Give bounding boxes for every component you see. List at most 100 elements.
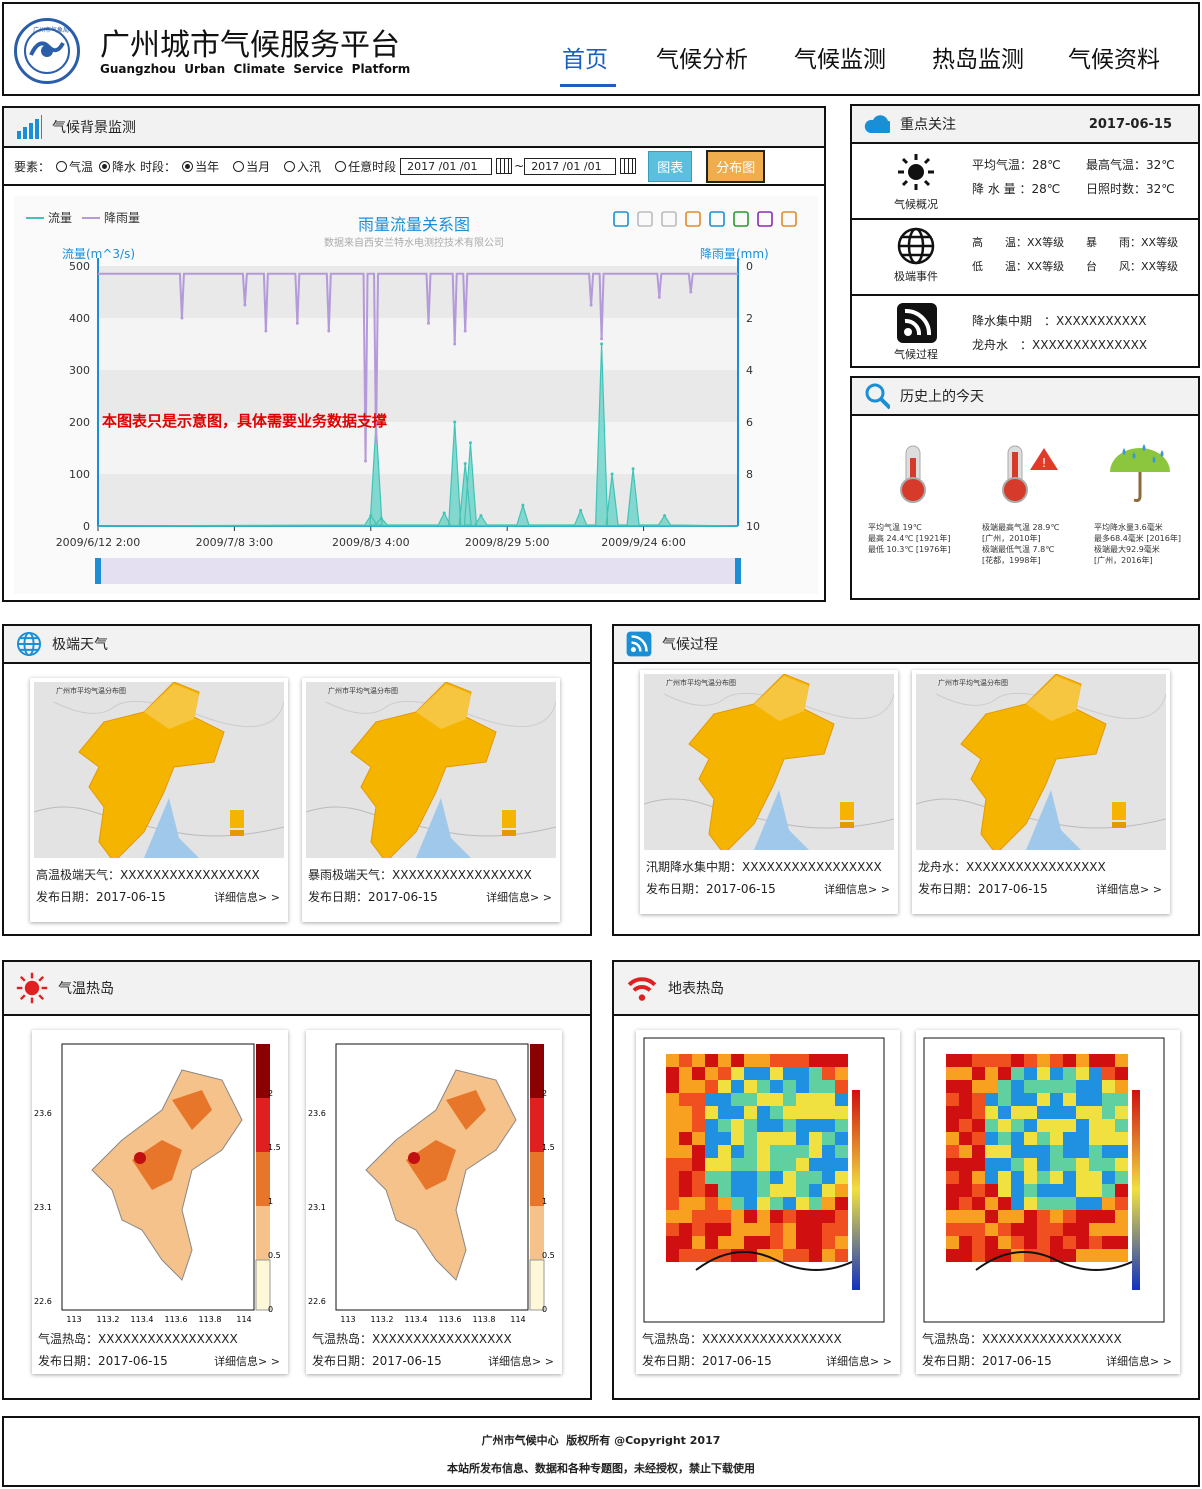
extreme-card[interactable]: 广州市平均气温分布图 高温极端天气：XXXXXXXXXXXXXXXXX 发布日期：2… bbox=[30, 678, 288, 922]
toolbox-icon bbox=[709, 211, 725, 227]
radio-precipitation[interactable] bbox=[99, 160, 111, 172]
rain-point bbox=[327, 329, 331, 333]
map-title: 广州市平均气温分布图 bbox=[938, 679, 1008, 687]
history-panel: 历史上的今天 ! 平均气温 19℃ 最高 24.4℃ [1921年] 最低 10… bbox=[850, 376, 1200, 600]
surface-heat-card[interactable]: 气温热岛：XXXXXXXXXXXXXXXXX 发布日期：2017-06-15 详细信… bbox=[636, 1030, 900, 1374]
y-tick: 23.1 bbox=[308, 1203, 326, 1212]
calendar-icon[interactable] bbox=[496, 158, 513, 174]
chart-button[interactable]: 图表 bbox=[648, 150, 693, 182]
distribution-button[interactable]: 分布图 bbox=[706, 149, 766, 183]
date-to-input[interactable]: 2017 /01 /01 bbox=[524, 157, 617, 175]
card-title: 暴雨极端天气：XXXXXXXXXXXXXXXXX bbox=[308, 868, 532, 882]
card-title: 高温极端天气：XXXXXXXXXXXXXXXXX bbox=[36, 868, 260, 882]
nav-climate-analysis[interactable]: 气候分析 bbox=[656, 40, 748, 74]
scale-tick: 0.5 bbox=[542, 1251, 555, 1260]
radio-custom-period[interactable] bbox=[335, 160, 347, 172]
process-card[interactable]: 广州市平均气温分布图 汛期降水集中期：XXXXXXXXXXXXXXXXX 发布日期：… bbox=[640, 670, 898, 914]
panel-header: 气温热岛 bbox=[4, 962, 590, 1016]
more-link[interactable]: 详细信息> > bbox=[214, 889, 280, 905]
panel-header: 地表热岛 bbox=[614, 962, 1198, 1016]
date-from-input[interactable]: 2017 /01 /01 bbox=[400, 157, 493, 175]
x-tick: 113.8 bbox=[199, 1315, 222, 1324]
rain-point bbox=[426, 321, 430, 325]
focus-row-extreme[interactable]: 极端事件 高 温：XX等级 暴 雨：XX等级 低 温：XX等级 台 风：XX等级 bbox=[852, 220, 1198, 296]
extreme-weather-panel: 极端天气 广州市平均气温分布图 高温极端天气：XXXXXXXXXXXXXXXXX 发… bbox=[2, 624, 592, 936]
data-zoom-handle-right bbox=[735, 558, 741, 584]
more-link[interactable]: 详细信息> > bbox=[1096, 881, 1162, 897]
more-link[interactable]: 详细信息> > bbox=[214, 1353, 280, 1369]
card-title: 气温热岛：XXXXXXXXXXXXXXXXX bbox=[38, 1332, 238, 1346]
history-line: [广州，2010年] bbox=[982, 534, 1041, 543]
focus-row-overview[interactable]: 气候概况 平均气温：28℃ 最高气温：32℃ 降 水 量 ：28℃ 日照时数：3… bbox=[852, 144, 1198, 220]
radio-temperature-label: 气温 bbox=[69, 159, 94, 174]
more-link[interactable]: 详细信息> > bbox=[488, 1353, 554, 1369]
extreme-card[interactable]: 广州市平均气温分布图 暴雨极端天气：XXXXXXXXXXXXXXXXX 发布日期：2… bbox=[302, 678, 560, 922]
rss-icon bbox=[626, 631, 652, 657]
more-link[interactable]: 详细信息> > bbox=[826, 1353, 892, 1369]
more-link[interactable]: 详细信息> > bbox=[486, 889, 552, 905]
focus-date: 2017-06-15 bbox=[1088, 116, 1172, 132]
logo[interactable]: 广州市气象局 bbox=[14, 18, 80, 84]
nav-heat-island[interactable]: 热岛监测 bbox=[932, 40, 1024, 74]
focus-panel: 重点关注 2017-06-15 气候概况 平均气温：28℃ 最高气温：32℃ 降… bbox=[850, 104, 1200, 368]
radio-this-year[interactable] bbox=[182, 160, 194, 172]
y-tick: 22.6 bbox=[308, 1297, 326, 1306]
radio-this-month-label: 当月 bbox=[246, 159, 271, 174]
rain-point bbox=[600, 337, 604, 341]
toolbox-icon bbox=[661, 211, 677, 227]
radio-this-month[interactable] bbox=[233, 160, 245, 172]
heat-map-thumbnail[interactable] bbox=[636, 1030, 892, 1330]
publish-date: 发布日期：2017-06-15 bbox=[922, 1354, 1052, 1368]
more-link[interactable]: 详细信息> > bbox=[1106, 1353, 1172, 1369]
flow-point bbox=[631, 467, 635, 471]
calendar-icon[interactable] bbox=[620, 158, 637, 174]
scale-tick: 1 bbox=[542, 1197, 547, 1206]
map-title: 广州市平均气温分布图 bbox=[666, 679, 736, 687]
history-line: 最多68.4毫米 [2016年] bbox=[1094, 534, 1181, 543]
nav-climate-data[interactable]: 气候资料 bbox=[1068, 40, 1160, 74]
history-item-rain: 平均降水量3.6毫米 最多68.4毫米 [2016年] 极端最大92.9毫米 [… bbox=[1094, 522, 1200, 566]
search-icon bbox=[864, 383, 890, 410]
scale-tick: 0 bbox=[268, 1305, 273, 1314]
heat-map-thumbnail[interactable] bbox=[916, 1030, 1172, 1330]
logo-text: 广州市气象局 bbox=[33, 27, 70, 34]
radio-flood-season[interactable] bbox=[284, 160, 296, 172]
background-monitor-panel: 气候背景监测 要素： 气温 降水 时段： 当年 当月 入汛 任意时段 2017 … bbox=[2, 106, 826, 602]
surface-heat-card[interactable]: 气温热岛：XXXXXXXXXXXXXXXXX 发布日期：2017-06-15 详细信… bbox=[916, 1030, 1180, 1374]
heat-map-thumbnail[interactable]: 113 113.2 113.4 113.6 113.8 114 23.6 23.1 22.6 2 1… bbox=[32, 1030, 288, 1330]
map-image bbox=[34, 682, 284, 858]
publish-date: 发布日期：2017-06-15 bbox=[918, 882, 1048, 896]
publish-date: 发布日期：2017-06-15 bbox=[642, 1354, 772, 1368]
air-heat-card[interactable]: 113 113.2 113.4 113.6 113.8 114 23.6 23.1 22.6 2 1… bbox=[32, 1030, 288, 1374]
nav-home[interactable]: 首页 bbox=[562, 40, 608, 74]
rain-point bbox=[264, 329, 268, 333]
map-thumbnail[interactable]: 广州市平均气温分布图 bbox=[34, 682, 284, 858]
focus-row-process[interactable]: 气候过程 降水集中期 ：XXXXXXXXXXX 龙舟水 ：XXXXXXXXXXX… bbox=[852, 296, 1198, 368]
scale-tick: 1.5 bbox=[268, 1143, 281, 1152]
map-thumbnail[interactable]: 广州市平均气温分布图 bbox=[916, 674, 1166, 850]
card-title: 气温热岛：XXXXXXXXXXXXXXXXX bbox=[642, 1332, 842, 1346]
surface-heat-island-panel: 地表热岛 气温热岛：XXXXXXXXXXXXXXXXX 发布日期：2017-06-… bbox=[612, 960, 1200, 1400]
nav-climate-monitoring[interactable]: 气候监测 bbox=[794, 40, 886, 74]
history-line: 平均降水量3.6毫米 bbox=[1094, 523, 1163, 532]
toolbox-icon bbox=[781, 211, 797, 227]
focus-item: 台 风：XX等级 bbox=[1086, 260, 1179, 273]
x-tick-label: 2009/8/29 5:00 bbox=[465, 536, 550, 549]
more-link[interactable]: 详细信息> > bbox=[824, 881, 890, 897]
flow-point bbox=[463, 462, 467, 466]
toolbox-icon bbox=[685, 211, 701, 227]
chart-subtitle: 数据来自西安兰特水电测控技术有限公司 bbox=[324, 236, 504, 249]
map-thumbnail[interactable]: 广州市平均气温分布图 bbox=[644, 674, 894, 850]
heat-map-thumbnail[interactable]: 113 113.2 113.4 113.6 113.8 114 23.6 23.1 22.6 2 1… bbox=[306, 1030, 562, 1330]
disclaimer: 本站所发布信息、数据和各种专题图，未经授权，禁止下载使用 bbox=[447, 1462, 755, 1475]
process-card[interactable]: 广州市平均气温分布图 龙舟水：XXXXXXXXXXXXXXXXX 发布日期：2017… bbox=[912, 670, 1170, 914]
y-right-tick: 0 bbox=[746, 260, 753, 273]
radio-temperature[interactable] bbox=[56, 160, 68, 172]
globe-icon bbox=[897, 227, 935, 265]
y-left-tick: 400 bbox=[69, 312, 90, 325]
y-right-tick: 8 bbox=[746, 468, 753, 481]
map-thumbnail[interactable]: 广州市平均气温分布图 bbox=[306, 682, 556, 858]
toolbox-icon bbox=[733, 211, 749, 227]
focus-item: 日照时数：32℃ bbox=[1086, 182, 1175, 196]
air-heat-card[interactable]: 113 113.2 113.4 113.6 113.8 114 23.6 23.1 22.6 2 1… bbox=[306, 1030, 562, 1374]
